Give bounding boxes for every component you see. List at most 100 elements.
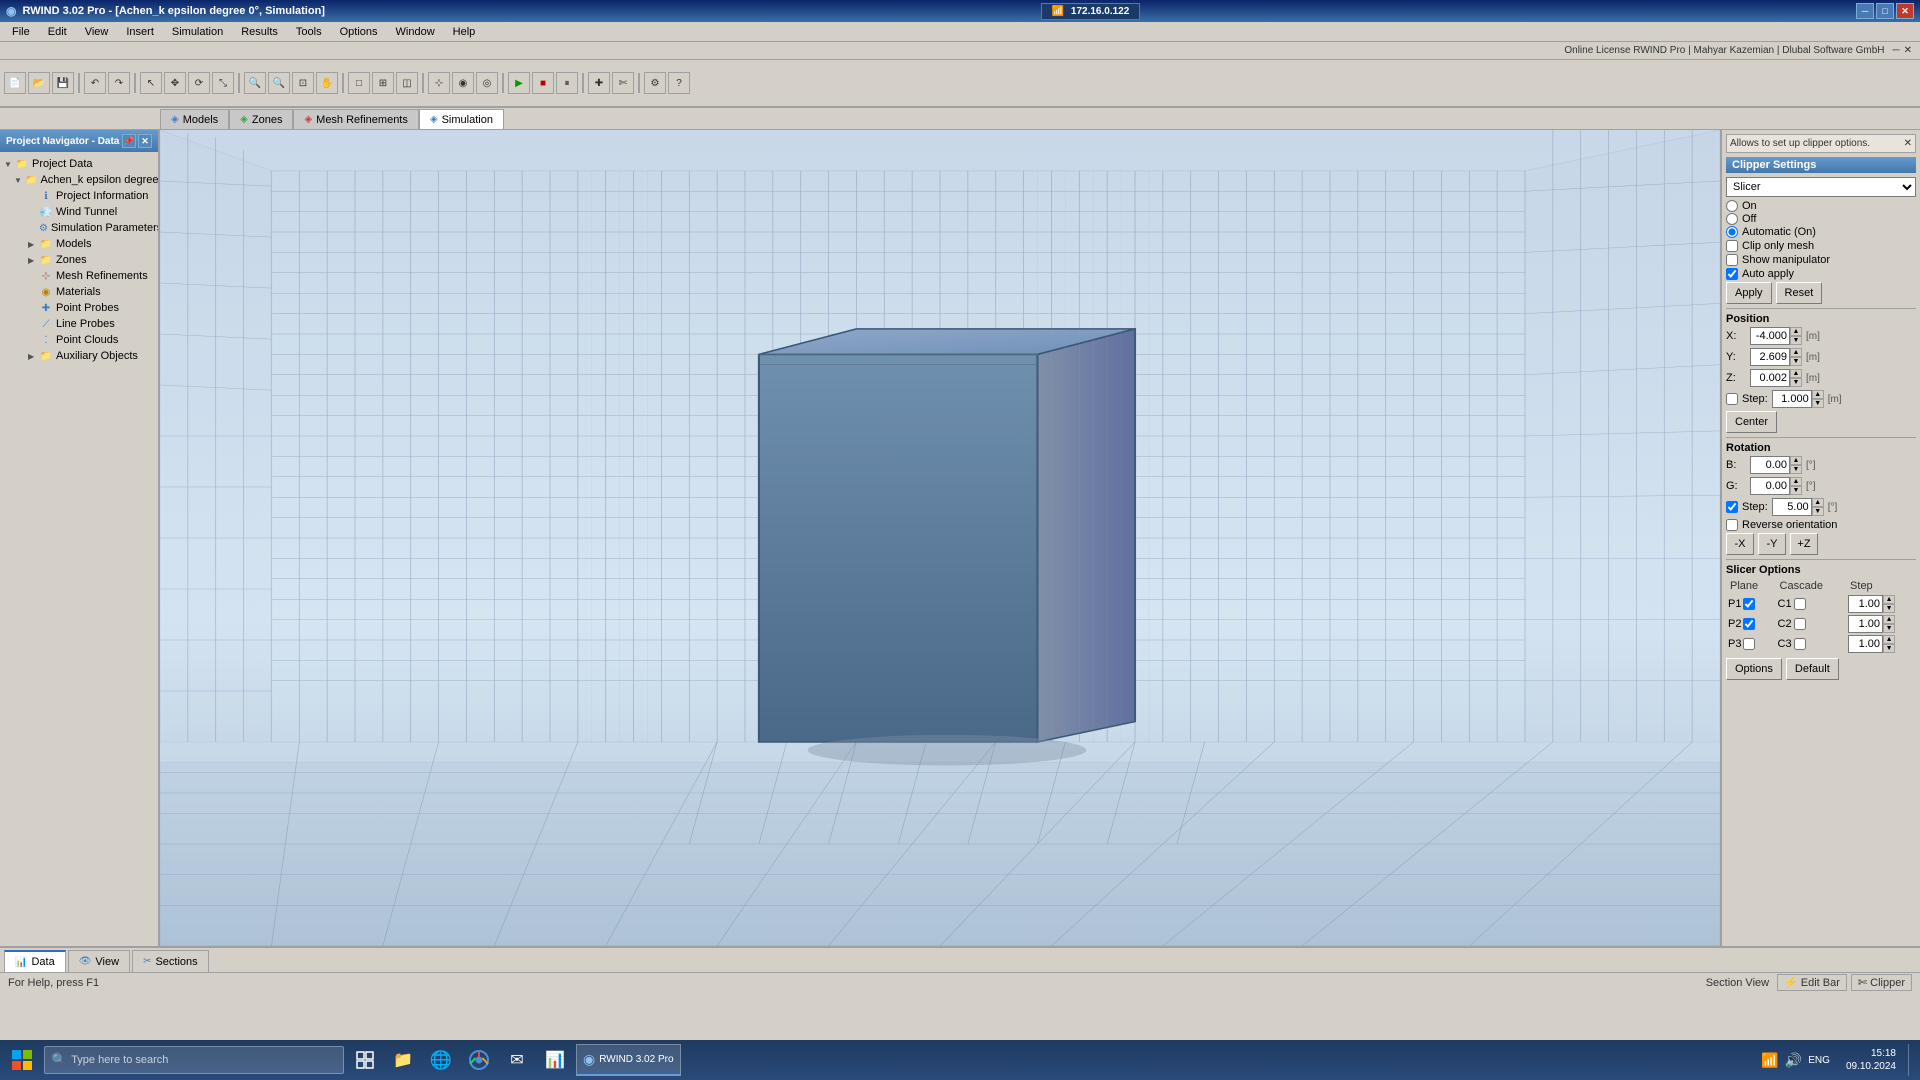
clipper-on-radio[interactable] <box>1726 200 1738 212</box>
clip-mesh-checkbox[interactable] <box>1726 240 1738 252</box>
tree-point-clouds[interactable]: ⁚ Point Clouds <box>0 332 158 348</box>
y-input[interactable] <box>1750 348 1790 366</box>
g-down-btn[interactable]: ▼ <box>1790 486 1802 495</box>
p3-step-up[interactable]: ▲ <box>1883 635 1895 644</box>
close-button[interactable]: ✕ <box>1896 3 1914 19</box>
menu-file[interactable]: File <box>4 24 38 40</box>
p3-step-down[interactable]: ▼ <box>1883 644 1895 653</box>
clipper-off-radio[interactable] <box>1726 213 1738 225</box>
step-up-btn[interactable]: ▲ <box>1812 390 1824 399</box>
taskbar-search[interactable]: 🔍 Type here to search <box>44 1046 344 1074</box>
tab-mesh-refinements[interactable]: ◈ Mesh Refinements <box>293 109 418 129</box>
tb-scale[interactable]: ⤡ <box>212 72 234 94</box>
rot-step-checkbox[interactable] <box>1726 501 1738 513</box>
maximize-button[interactable]: □ <box>1876 3 1894 19</box>
tb-undo[interactable]: ↶ <box>84 72 106 94</box>
tb-render[interactable]: ◉ <box>452 72 474 94</box>
c1-cascade-checkbox[interactable] <box>1794 598 1806 610</box>
tab-zones[interactable]: ◈ Zones <box>229 109 293 129</box>
viewport[interactable] <box>160 130 1720 946</box>
menu-simulation[interactable]: Simulation <box>164 24 231 40</box>
tb-settings[interactable]: ⚙ <box>644 72 666 94</box>
step-down-btn[interactable]: ▼ <box>1812 399 1824 408</box>
minimize-button[interactable]: ─ <box>1856 3 1874 19</box>
licensebar-min-btn[interactable]: ─ <box>1893 45 1900 56</box>
clipper-auto-radio[interactable] <box>1726 226 1738 238</box>
menu-view[interactable]: View <box>77 24 117 40</box>
neg-y-button[interactable]: -Y <box>1758 533 1786 555</box>
tb-stop[interactable]: ■ <box>532 72 554 94</box>
y-up-btn[interactable]: ▲ <box>1790 348 1802 357</box>
x-input[interactable] <box>1750 327 1790 345</box>
tree-sim-params[interactable]: ⚙ Simulation Parameters <box>0 220 158 236</box>
tb-zoom-out[interactable]: 🔍 <box>268 72 290 94</box>
options-button[interactable]: Options <box>1726 658 1782 680</box>
tb-redo[interactable]: ↷ <box>108 72 130 94</box>
tree-project-data[interactable]: ▼ 📁 Project Data <box>0 156 158 172</box>
tab-models[interactable]: ◈ Models <box>160 109 229 129</box>
nav-pin-btn[interactable]: 📌 <box>122 134 136 148</box>
systray-lang[interactable]: ENG <box>1808 1055 1830 1066</box>
center-button[interactable]: Center <box>1726 411 1777 433</box>
p2-step-up[interactable]: ▲ <box>1883 615 1895 624</box>
systray-volume-icon[interactable]: 🔊 <box>1785 1052 1802 1069</box>
tb-pause[interactable]: ⏸ <box>556 72 578 94</box>
c3-cascade-checkbox[interactable] <box>1794 638 1806 650</box>
rot-step-down-btn[interactable]: ▼ <box>1812 507 1824 516</box>
p1-step-up[interactable]: ▲ <box>1883 595 1895 604</box>
apply-button[interactable]: Apply <box>1726 282 1772 304</box>
z-input[interactable] <box>1750 369 1790 387</box>
p2-step-input[interactable] <box>1848 615 1883 633</box>
tb-rotate[interactable]: ⟳ <box>188 72 210 94</box>
pos-z-button[interactable]: +Z <box>1790 533 1818 555</box>
tb-select[interactable]: ↖ <box>140 72 162 94</box>
tab-sections[interactable]: ✂ Sections <box>132 950 209 972</box>
p2-step-down[interactable]: ▼ <box>1883 624 1895 633</box>
tree-models[interactable]: ▶ 📁 Models <box>0 236 158 252</box>
menu-edit[interactable]: Edit <box>40 24 75 40</box>
nav-close-btn[interactable]: ✕ <box>138 134 152 148</box>
z-down-btn[interactable]: ▼ <box>1790 378 1802 387</box>
c2-cascade-checkbox[interactable] <box>1794 618 1806 630</box>
show-desktop-button[interactable] <box>1908 1044 1916 1076</box>
menu-window[interactable]: Window <box>388 24 443 40</box>
tab-view[interactable]: 👁 View <box>68 950 130 972</box>
tb-view-3d[interactable]: ◫ <box>396 72 418 94</box>
systray-network-icon[interactable]: 📶 <box>1761 1052 1778 1069</box>
browser-button[interactable]: 🌐 <box>424 1044 458 1076</box>
task-view-button[interactable] <box>348 1044 382 1076</box>
neg-x-button[interactable]: -X <box>1726 533 1754 555</box>
reset-button[interactable]: Reset <box>1776 282 1823 304</box>
p1-plane-checkbox[interactable] <box>1743 598 1755 610</box>
tree-project-root[interactable]: ▼ 📁 Achen_k epsilon degree 0 <box>0 172 158 188</box>
p3-plane-checkbox[interactable] <box>1743 638 1755 650</box>
show-manip-checkbox[interactable] <box>1726 254 1738 266</box>
tb-section[interactable]: ✄ <box>612 72 634 94</box>
z-up-btn[interactable]: ▲ <box>1790 369 1802 378</box>
start-button[interactable] <box>4 1044 40 1076</box>
clipper-button[interactable]: ✄ Clipper <box>1851 974 1912 991</box>
b-down-btn[interactable]: ▼ <box>1790 465 1802 474</box>
edit-bar-button[interactable]: ⚡ Edit Bar <box>1777 974 1847 991</box>
tree-mesh-refinements[interactable]: ⊹ Mesh Refinements <box>0 268 158 284</box>
b-input[interactable] <box>1750 456 1790 474</box>
auto-apply-checkbox[interactable] <box>1726 268 1738 280</box>
g-up-btn[interactable]: ▲ <box>1790 477 1802 486</box>
rot-step-up-btn[interactable]: ▲ <box>1812 498 1824 507</box>
app2-button[interactable]: 📊 <box>538 1044 572 1076</box>
p2-plane-checkbox[interactable] <box>1743 618 1755 630</box>
menu-help[interactable]: Help <box>445 24 484 40</box>
tb-probe[interactable]: ✚ <box>588 72 610 94</box>
y-down-btn[interactable]: ▼ <box>1790 357 1802 366</box>
menu-options[interactable]: Options <box>332 24 386 40</box>
x-up-btn[interactable]: ▲ <box>1790 327 1802 336</box>
default-button[interactable]: Default <box>1786 658 1839 680</box>
tb-run[interactable]: ▶ <box>508 72 530 94</box>
tree-project-info[interactable]: ℹ Project Information <box>0 188 158 204</box>
tb-mesh[interactable]: ⊹ <box>428 72 450 94</box>
tab-simulation[interactable]: ◈ Simulation <box>419 109 504 129</box>
system-clock[interactable]: 15:18 09.10.2024 <box>1838 1047 1904 1073</box>
p1-step-down[interactable]: ▼ <box>1883 604 1895 613</box>
b-up-btn[interactable]: ▲ <box>1790 456 1802 465</box>
tb-zoom-fit[interactable]: ⊡ <box>292 72 314 94</box>
